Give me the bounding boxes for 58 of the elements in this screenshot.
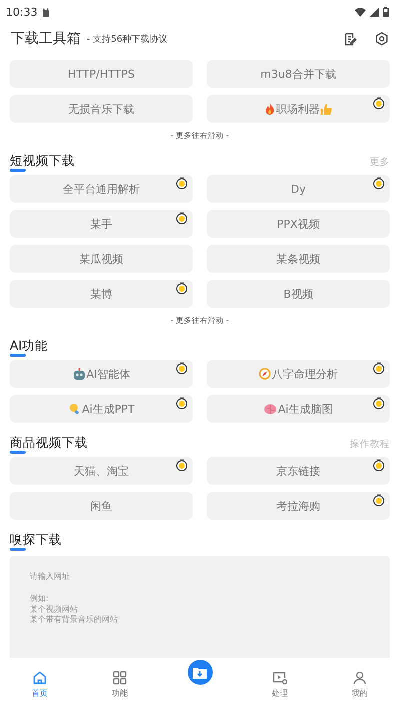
placeholder-text: 例如: [30,594,49,605]
section-title: AI功能 [10,338,48,353]
tool-button[interactable]: 京东链接 [207,457,390,485]
placeholder-text: 请输入网址 [30,572,70,583]
tool-button[interactable]: 八字命理分析 [207,360,390,388]
thumbs-up-icon [321,104,332,114]
signal-icon [370,8,379,16]
lightbulb-icon [68,403,82,415]
compass-icon [259,368,271,380]
battery-icon [383,7,389,17]
flame-icon [265,103,275,115]
app-title: 下载工具箱 [11,30,81,48]
status-time: 10:33 [6,6,38,18]
tool-button[interactable]: Ai生成PPT [10,395,193,423]
home-icon [33,670,47,684]
placeholder-text: 某个带有背景音乐的网站 [30,615,118,626]
tool-button[interactable]: 职场利器 [207,95,390,123]
download-button[interactable] [188,660,212,685]
tool-button[interactable]: 闲鱼 [10,492,193,520]
tool-button[interactable]: 全平台通用解析 [10,175,193,203]
section-title: 商品视频下载 [10,435,88,450]
nav-tab[interactable]: 功能 [80,658,160,711]
tool-button[interactable]: 某手 [10,210,193,238]
tool-button[interactable]: 某瓜视频 [10,245,193,273]
url-input-field[interactable]: 请输入网址 例如: 某个视频网站 某个带有背景音乐的网站 [10,556,390,658]
wifi-icon [355,8,366,16]
tool-button[interactable]: 考拉海购 [207,492,390,520]
notification-icon [42,8,50,16]
tool-button[interactable]: 某博 [10,280,193,308]
tool-button[interactable]: HTTP/HTTPS [10,60,193,88]
tool-button[interactable]: 无损音乐下载 [10,95,193,123]
section-title: 嗅探下载 [10,532,62,547]
tool-button[interactable]: Ai生成脑图 [207,395,390,423]
tool-button[interactable]: Dy [207,175,390,203]
download-folder-icon [193,666,207,678]
nav-tab[interactable]: 处理 [240,658,320,711]
tool-button[interactable]: 某条视频 [207,245,390,273]
tool-button[interactable]: AI智能体 [10,360,193,388]
grid-icon [113,670,127,684]
tool-button[interactable]: B视频 [207,280,390,308]
app-subtitle: - 支持56种下载协议 [87,34,168,46]
brain-icon [264,404,278,414]
tool-button[interactable]: PPX视频 [207,210,390,238]
accent-bar [10,169,26,172]
notes-icon[interactable] [344,32,357,46]
settings-icon[interactable] [375,32,389,46]
nav-tab[interactable]: 首页 [0,658,80,711]
nav-tab[interactable]: 我的 [320,658,400,711]
user-icon [353,670,367,684]
accent-bar [10,548,26,551]
section-title: 短视频下载 [10,153,75,168]
placeholder-text: 某个视频网站 [30,604,78,615]
accent-bar [10,451,26,454]
tool-button[interactable]: 天猫、淘宝 [10,457,193,485]
accent-bar [10,354,26,357]
tool-button[interactable]: m3u8合并下载 [207,60,390,88]
video-settings-icon [272,670,288,684]
robot-icon [72,368,86,380]
